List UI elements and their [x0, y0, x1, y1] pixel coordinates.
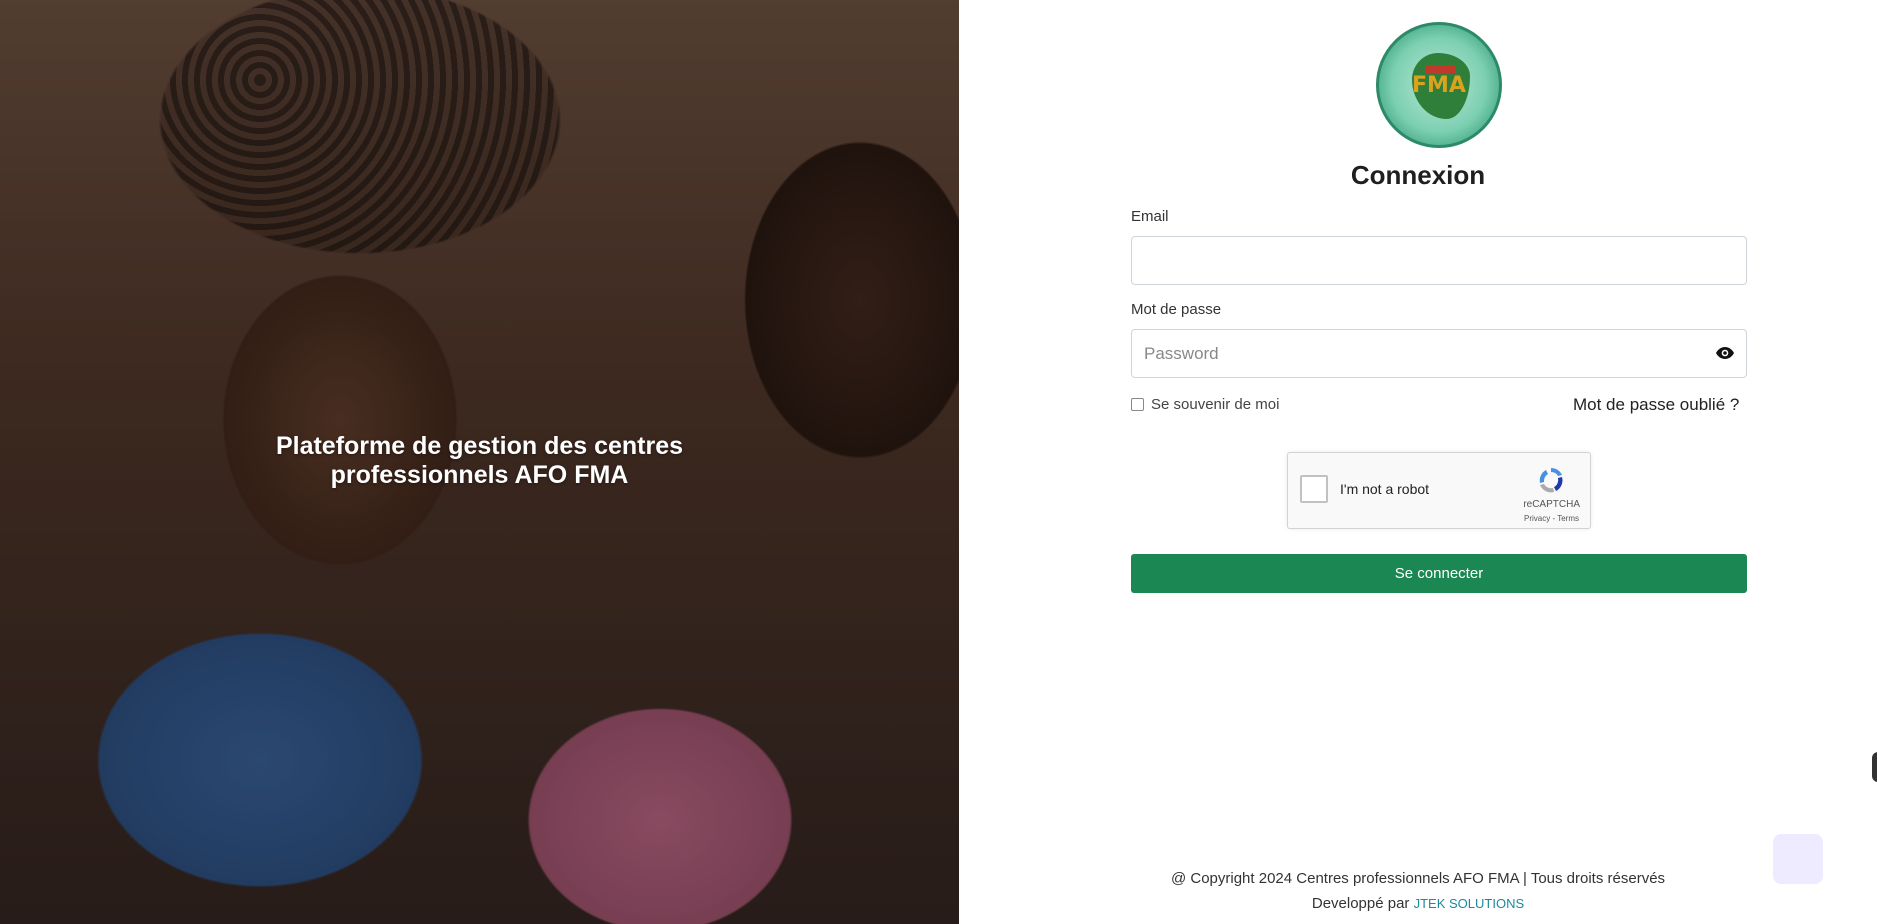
hero-tagline-line1: Plateforme de gestion des centres	[275, 432, 684, 460]
recaptcha-label: I'm not a robot	[1340, 481, 1430, 497]
login-page: Plateforme de gestion des centres profes…	[0, 0, 1877, 924]
recaptcha-icon	[1539, 467, 1563, 493]
fma-logo: FMA	[1376, 22, 1502, 148]
flag-stripe	[1425, 65, 1455, 73]
logo-text: FMA	[1412, 73, 1466, 98]
page-title: Connexion	[1350, 160, 1486, 190]
chat-widget-button[interactable]	[1773, 834, 1823, 884]
hero-tagline-line2: professionnels AFO FMA	[330, 461, 629, 489]
recaptcha-brand: reCAPTCHA	[1523, 499, 1580, 510]
developer-credit: Developpé par JTEK SOLUTIONS	[959, 895, 1877, 912]
hero-tagline: Plateforme de gestion des centres profes…	[0, 432, 959, 490]
password-placeholder: Password	[1144, 343, 1219, 363]
password-field[interactable]: Password	[1131, 329, 1747, 378]
hero-image: Plateforme de gestion des centres profes…	[0, 0, 959, 924]
forgot-password-link[interactable]: Mot de passe oublié ?	[1573, 395, 1739, 415]
email-field[interactable]	[1131, 236, 1747, 285]
eye-icon[interactable]	[1716, 347, 1734, 359]
recaptcha-widget: I'm not a robot reCAPTCHA Privacy - Term…	[1287, 452, 1591, 529]
side-tab-handle[interactable]	[1872, 752, 1877, 782]
email-label: Email	[1131, 208, 1169, 225]
developer-credit-prefix: Developpé par	[1311, 895, 1410, 912]
password-label: Mot de passe	[1131, 301, 1222, 318]
developer-link[interactable]: JTEK SOLUTIONS	[1414, 896, 1525, 911]
login-button[interactable]: Se connecter	[1131, 554, 1747, 593]
remember-checkbox[interactable]	[1131, 398, 1144, 411]
recaptcha-checkbox[interactable]	[1300, 475, 1328, 503]
remember-me[interactable]: Se souvenir de moi	[1131, 396, 1279, 413]
recaptcha-links[interactable]: Privacy - Terms	[1524, 514, 1579, 523]
copyright-text: @ Copyright 2024 Centres professionnels …	[1170, 870, 1666, 887]
remember-label: Se souvenir de moi	[1151, 396, 1280, 413]
